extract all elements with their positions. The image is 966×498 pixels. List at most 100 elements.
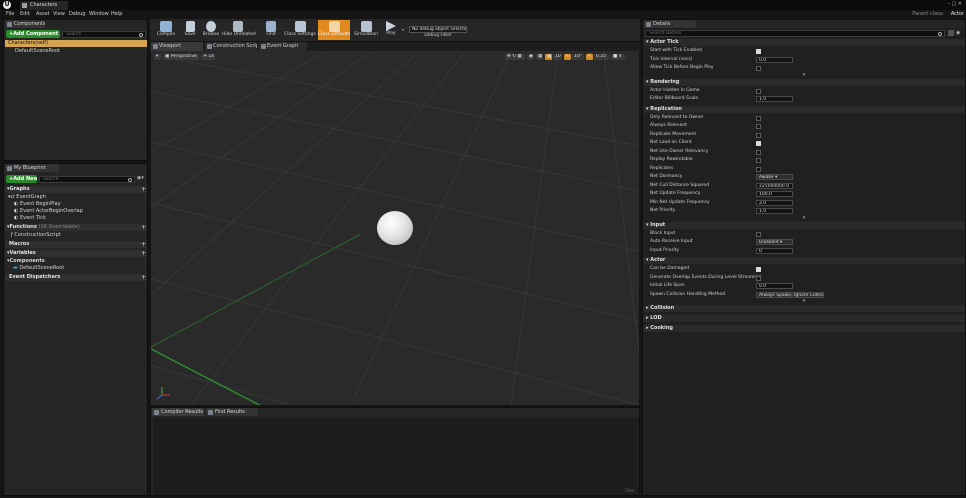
find-button[interactable]: Find bbox=[261, 20, 281, 40]
tree-item-self[interactable]: Characters(self) bbox=[5, 40, 147, 47]
tree-item-default-scene-root[interactable]: DefaultSceneRoot bbox=[5, 48, 147, 55]
tab-event-graph[interactable]: Event Graph bbox=[259, 42, 307, 51]
eye-icon[interactable]: ◉ bbox=[956, 30, 963, 36]
details-tab[interactable]: Details bbox=[644, 20, 696, 28]
components-tab[interactable]: Components bbox=[5, 20, 45, 28]
tree-item-event-overlap[interactable]: ◐ Event ActorBeginOverlap bbox=[14, 208, 146, 215]
debug-object-select[interactable]: No debug object selected ▾ bbox=[409, 26, 467, 33]
components-search-input[interactable]: Search bbox=[62, 30, 146, 38]
property-number-field[interactable]: 2.0 bbox=[756, 199, 793, 206]
property-combo-box[interactable]: Awake ▾ bbox=[756, 174, 793, 180]
details-category-input[interactable]: ▾ Input bbox=[643, 221, 965, 229]
world-local-icon[interactable]: ◉ bbox=[527, 54, 534, 60]
window-controls[interactable]: – □ ✕ bbox=[947, 1, 962, 8]
play-button[interactable]: Play bbox=[382, 20, 400, 40]
save-button[interactable]: Save bbox=[180, 20, 200, 40]
add-dispatcher-plus-icon[interactable]: + bbox=[141, 274, 146, 281]
surface-snap-icon[interactable]: ▦ bbox=[536, 54, 543, 60]
menu-help[interactable]: Help bbox=[111, 11, 122, 18]
menu-asset[interactable]: Asset bbox=[36, 11, 50, 18]
transform-tools[interactable]: ✥ ↻ ▦ bbox=[505, 54, 525, 60]
category-graphs[interactable]: ▾Graphs bbox=[5, 186, 147, 193]
menu-debug[interactable]: Debug bbox=[69, 11, 85, 18]
play-options-chevron-icon[interactable]: ▾ bbox=[402, 27, 404, 32]
tree-item-event-beginplay[interactable]: ◐ Event BeginPlay bbox=[14, 201, 146, 208]
details-category-cooking[interactable]: ▸ Cooking bbox=[643, 325, 965, 332]
tree-item-event-tick[interactable]: ◐ Event Tick bbox=[14, 215, 146, 222]
tab-compiler-results[interactable]: Compiler Results bbox=[152, 408, 204, 416]
advanced-expander-chevron-icon[interactable]: ▾ bbox=[801, 72, 807, 77]
scale-snap-icon[interactable]: ⇱ bbox=[586, 54, 593, 60]
property-checkbox[interactable] bbox=[756, 158, 761, 163]
class-defaults-button[interactable]: Class Defaults bbox=[318, 20, 350, 40]
property-checkbox[interactable] bbox=[756, 132, 761, 138]
property-number-field[interactable]: 225000000.0 bbox=[756, 182, 793, 189]
details-search-input[interactable]: Search Details bbox=[645, 30, 945, 37]
property-checkbox[interactable] bbox=[756, 166, 761, 172]
scale-snap-value[interactable]: 0.25 bbox=[594, 54, 609, 60]
add-graph-plus-icon[interactable]: + bbox=[141, 186, 146, 193]
viewport[interactable]: ▾ ▣ Perspective ☀ Lit ✥ ↻ ▦ ◉ ▦ ▦ 10 ↻ 1… bbox=[151, 51, 639, 405]
property-checkbox[interactable] bbox=[756, 275, 761, 281]
details-category-actor-tick[interactable]: ▾ Actor Tick bbox=[643, 39, 965, 46]
tab-find-results[interactable]: Find Results bbox=[206, 408, 258, 416]
browse-button[interactable]: Browse bbox=[200, 20, 222, 40]
property-checkbox[interactable] bbox=[756, 149, 761, 155]
property-matrix-icon[interactable] bbox=[948, 30, 954, 36]
details-category-rendering[interactable]: ▾ Rendering bbox=[643, 78, 965, 86]
property-number-field[interactable]: 1.0 bbox=[756, 208, 793, 214]
category-macros[interactable]: Macros bbox=[5, 241, 147, 248]
property-number-field[interactable]: 0 bbox=[756, 247, 793, 254]
advanced-expander-chevron-icon[interactable]: ▾ bbox=[801, 215, 807, 220]
tab-construction-script[interactable]: Construction Script bbox=[205, 42, 257, 51]
grid-snap-icon[interactable]: ▦ bbox=[545, 54, 552, 60]
hide-unrelated-button[interactable]: Hide Unrelated bbox=[222, 20, 256, 40]
menu-view[interactable]: View bbox=[53, 11, 65, 18]
category-event-dispatchers[interactable]: Event Dispatchers bbox=[5, 274, 147, 281]
my-blueprint-search-input[interactable]: Search bbox=[39, 175, 135, 183]
property-checkbox[interactable] bbox=[756, 124, 761, 129]
tree-item-components[interactable]: ▾Components bbox=[7, 258, 147, 265]
sphere-mesh[interactable] bbox=[377, 211, 413, 245]
rotation-snap-value[interactable]: 10° bbox=[572, 54, 584, 60]
category-functions[interactable]: ▾Functions (16 Overridable) bbox=[5, 224, 147, 231]
simulation-button[interactable]: Simulation bbox=[352, 20, 380, 40]
tree-item-event-graph[interactable]: ▾⇄ EventGraph bbox=[8, 194, 146, 201]
viewport-options-chevron-icon[interactable]: ▾ bbox=[154, 54, 161, 60]
property-number-field[interactable]: 100.0 bbox=[756, 191, 793, 197]
tree-item-default-scene-root-var[interactable]: ▬ DefaultSceneRoot bbox=[13, 265, 147, 272]
property-combo-box[interactable]: Disabled ▾ bbox=[756, 239, 793, 245]
grid-snap-value[interactable]: 10 bbox=[553, 54, 562, 60]
my-blueprint-tab[interactable]: My Blueprint bbox=[5, 164, 59, 172]
perspective-button[interactable]: ▣ Perspective bbox=[163, 54, 199, 60]
details-category-actor[interactable]: ▾ Actor bbox=[643, 257, 965, 264]
add-macro-plus-icon[interactable]: + bbox=[141, 241, 146, 248]
camera-speed-button[interactable]: ■ 4 bbox=[611, 54, 625, 60]
property-checkbox[interactable] bbox=[756, 267, 761, 272]
class-settings-button[interactable]: Class Settings bbox=[284, 20, 316, 40]
property-checkbox[interactable] bbox=[756, 66, 761, 71]
details-category-lod[interactable]: ▸ LOD bbox=[643, 315, 965, 322]
parent-class-value[interactable]: Actor bbox=[951, 11, 964, 17]
menu-file[interactable]: File bbox=[6, 11, 14, 18]
add-new-button[interactable]: +Add New ▾ bbox=[6, 175, 37, 183]
menu-window[interactable]: Window bbox=[89, 11, 109, 18]
rotation-snap-icon[interactable]: ↻ bbox=[564, 54, 571, 60]
compile-button[interactable]: Compile bbox=[151, 20, 181, 40]
add-component-button[interactable]: +Add Component ▾ bbox=[6, 30, 60, 38]
property-checkbox[interactable] bbox=[756, 49, 761, 54]
menu-edit[interactable]: Edit bbox=[20, 11, 30, 18]
details-category-replication[interactable]: ▾ Replication bbox=[643, 105, 965, 113]
category-variables[interactable]: ▾Variables bbox=[5, 250, 147, 257]
eye-icon[interactable]: ◉▾ bbox=[137, 175, 144, 181]
property-checkbox[interactable] bbox=[756, 141, 761, 146]
advanced-expander-chevron-icon[interactable]: ▾ bbox=[801, 299, 807, 304]
add-function-plus-icon[interactable]: + bbox=[141, 224, 146, 231]
property-number-field[interactable]: 0.0 bbox=[756, 283, 793, 289]
property-checkbox[interactable] bbox=[756, 88, 761, 94]
tab-viewport[interactable]: Viewport bbox=[151, 42, 203, 51]
property-checkbox[interactable] bbox=[756, 231, 761, 237]
details-category-collision[interactable]: ▸ Collision bbox=[643, 305, 965, 312]
property-number-field[interactable]: 1.0 bbox=[756, 96, 793, 102]
property-combo-box[interactable]: Always Spawn, Ignore Collisions ▾ bbox=[756, 291, 824, 298]
